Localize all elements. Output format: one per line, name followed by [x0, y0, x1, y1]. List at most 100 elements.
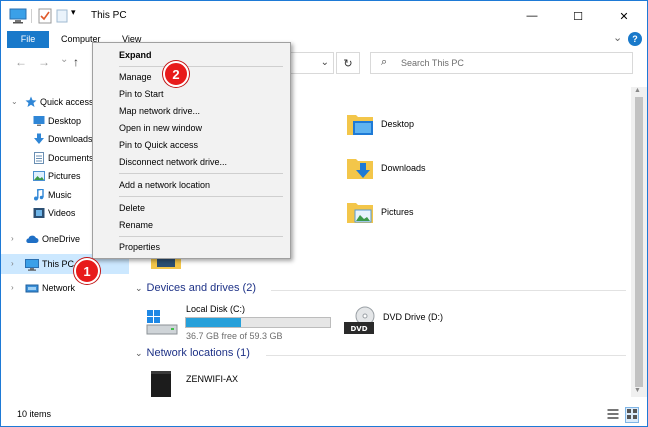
sidebar-item-label: Music [48, 190, 72, 200]
window-title: This PC [91, 10, 127, 21]
pictures-folder-icon [345, 197, 375, 227]
download-icon [33, 133, 45, 145]
menu-separator [119, 236, 283, 237]
folder-pictures[interactable]: Pictures [345, 197, 465, 237]
help-icon[interactable]: ? [628, 32, 642, 46]
properties-quick-icon[interactable] [38, 8, 52, 24]
back-icon[interactable]: ← [15, 55, 27, 69]
menu-item-delete[interactable]: Delete [94, 200, 289, 216]
group-network-locations[interactable]: ⌄ Network locations (1) [135, 347, 250, 359]
menu-item-add-network-location[interactable]: Add a network location [94, 177, 289, 193]
sidebar-item-label: Network [42, 283, 76, 293]
recent-locations-icon[interactable]: ⌄ [60, 54, 68, 65]
search-icon: ⌕ [381, 56, 388, 68]
scroll-thumb[interactable] [635, 97, 643, 387]
menu-item-disconnect-network-drive[interactable]: Disconnect network drive... [94, 154, 289, 170]
group-devices-drives[interactable]: ⌄ Devices and drives (2) [135, 282, 256, 294]
sidebar-item-label: Downloads [48, 134, 93, 144]
menu-item-expand[interactable]: Expand [94, 47, 289, 63]
group-divider [271, 290, 626, 291]
sidebar-item-label: Desktop [48, 116, 82, 126]
videos-icon [33, 207, 45, 219]
menu-item-map-network-drive[interactable]: Map network drive... [94, 103, 289, 119]
large-icons-view-icon[interactable] [625, 407, 639, 423]
item-count: 10 items [17, 409, 52, 419]
scroll-up-icon[interactable]: ▲ [634, 87, 641, 94]
menu-item-rename[interactable]: Rename [94, 217, 289, 233]
drive-free-space: 36.7 GB free of 59.3 GB [186, 331, 283, 341]
collapse-chevron-icon[interactable]: › [11, 279, 14, 297]
computer-icon [25, 258, 39, 271]
drive-local-disk-c[interactable]: Local Disk (C:) 36.7 GB free of 59.3 GB [145, 304, 335, 344]
network-icon [25, 282, 39, 294]
group-devices-label: Devices and drives (2) [146, 282, 256, 294]
network-location-zenwifi[interactable]: ZENWIFI-AX [149, 369, 269, 399]
drive-name: DVD Drive (D:) [383, 312, 443, 322]
forward-icon[interactable]: → [38, 55, 50, 69]
new-folder-quick-icon[interactable] [56, 8, 68, 24]
music-icon [33, 188, 45, 201]
menu-item-manage[interactable]: Manage [94, 69, 289, 85]
network-location-name: ZENWIFI-AX [186, 374, 238, 384]
folder-label: Pictures [381, 207, 414, 217]
menu-separator [119, 173, 283, 174]
customize-toolbar-icon[interactable]: ▾ [71, 7, 76, 23]
folder-downloads[interactable]: Downloads [345, 153, 465, 193]
vertical-scrollbar[interactable]: ▲ ▼ [631, 87, 647, 397]
pictures-icon [33, 170, 45, 182]
title-bar: ▾ This PC — ☐ ✕ [1, 1, 647, 31]
cloud-icon [25, 233, 39, 245]
drive-dvd-d[interactable]: DVD DVD Drive (D:) [343, 304, 473, 340]
context-menu: Expand Manage Pin to Start Map network d… [92, 42, 291, 259]
menu-item-properties[interactable]: Properties [94, 239, 289, 255]
scroll-down-icon[interactable]: ▼ [634, 387, 641, 394]
menu-separator [119, 66, 283, 67]
refresh-button[interactable]: ↻ [336, 52, 360, 74]
router-icon [149, 369, 173, 401]
minimize-button[interactable]: — [509, 1, 555, 31]
collapse-chevron-icon[interactable]: › [11, 254, 14, 274]
star-icon [25, 96, 37, 108]
details-view-icon[interactable] [607, 408, 619, 422]
folder-desktop[interactable]: Desktop [345, 109, 465, 149]
menu-item-open-new-window[interactable]: Open in new window [94, 120, 289, 136]
dvd-drive-icon: DVD [343, 306, 377, 338]
status-bar: 10 items [1, 404, 647, 426]
separator [31, 9, 32, 23]
collapse-chevron-icon[interactable]: › [11, 230, 14, 248]
folder-label: Desktop [381, 119, 415, 129]
sidebar-item-label: Quick access [40, 97, 94, 107]
menu-separator [119, 196, 283, 197]
sidebar-item-network[interactable]: › Network [1, 279, 129, 297]
callout-badge-1: 1 [74, 258, 100, 284]
sidebar-item-label: Pictures [48, 171, 81, 181]
menu-item-pin-quick-access[interactable]: Pin to Quick access [94, 137, 289, 153]
address-dropdown-icon[interactable]: ⌄ [321, 57, 329, 68]
downloads-folder-icon [345, 153, 375, 183]
sidebar-item-label: Videos [48, 208, 76, 218]
drive-usage-bar [185, 317, 331, 328]
search-box[interactable]: ⌕ Search This PC [370, 52, 633, 74]
group-network-label: Network locations (1) [146, 347, 250, 359]
file-explorer-window: ▾ This PC — ☐ ✕ File Computer View ⌄ ? ←… [0, 0, 648, 427]
drive-name: Local Disk (C:) [186, 304, 246, 314]
document-icon [33, 152, 45, 164]
group-divider [266, 355, 626, 356]
collapse-group-icon[interactable]: ⌄ [135, 348, 143, 358]
windows-drive-icon [145, 308, 179, 338]
collapse-group-icon[interactable]: ⌄ [135, 283, 143, 293]
tab-file[interactable]: File [7, 31, 49, 48]
sidebar-item-label: Documents [48, 153, 92, 163]
sidebar-item-label: This PC [42, 259, 75, 269]
drive-usage-fill [186, 318, 241, 327]
search-placeholder: Search This PC [401, 58, 464, 68]
menu-item-pin-to-start[interactable]: Pin to Start [94, 86, 289, 102]
maximize-button[interactable]: ☐ [555, 1, 601, 31]
desktop-icon [33, 115, 45, 127]
sidebar-item-label: OneDrive [42, 234, 81, 244]
expand-ribbon-icon[interactable]: ⌄ [613, 31, 622, 44]
close-button[interactable]: ✕ [601, 1, 647, 31]
expand-chevron-icon[interactable]: ⌄ [11, 93, 18, 111]
up-icon[interactable]: ↑ [73, 55, 79, 69]
svg-text:DVD: DVD [350, 325, 367, 333]
